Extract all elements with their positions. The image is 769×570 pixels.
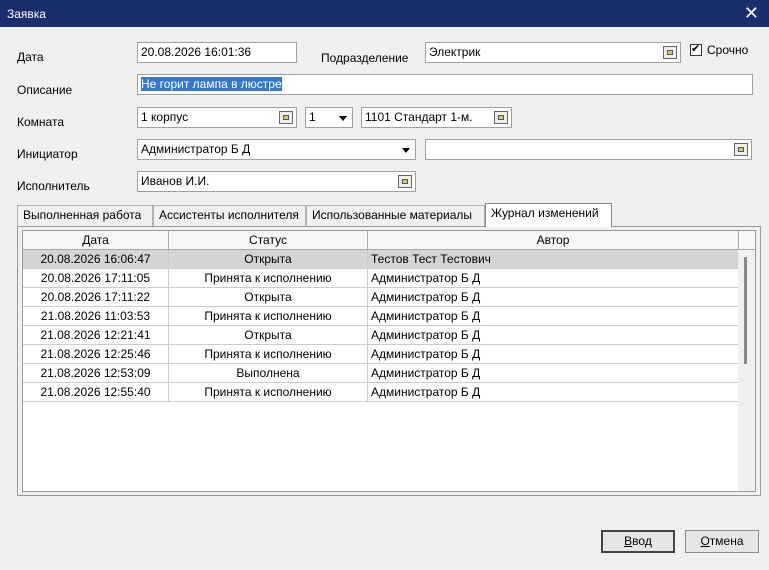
vertical-scrollbar[interactable] <box>738 250 755 491</box>
window-title: Заявка <box>7 7 46 21</box>
column-header-status[interactable]: Статус <box>169 231 368 250</box>
room-picker-icon[interactable] <box>494 111 508 124</box>
cell-date: 20.08.2026 17:11:22 <box>23 288 169 307</box>
table-row[interactable]: 21.08.2026 12:21:41 Открыта Администрато… <box>23 326 739 345</box>
cell-author: Администратор Б Д <box>368 383 739 402</box>
initiator-extra-field[interactable] <box>425 139 752 160</box>
room-building-value: 1 корпус <box>141 110 189 124</box>
column-header-filler <box>739 231 755 250</box>
department-field[interactable]: Электрик <box>425 42 681 63</box>
cell-author: Администратор Б Д <box>368 288 739 307</box>
building-picker-icon[interactable] <box>279 111 293 124</box>
cancel-button[interactable]: Отмена <box>685 530 759 553</box>
cancel-button-label: тмена <box>709 534 744 548</box>
cell-status: Выполнена <box>169 364 368 383</box>
executor-picker-icon[interactable] <box>398 175 412 188</box>
change-log-table[interactable]: Дата Статус Автор 20.08.2026 16:06:47 От… <box>22 230 756 492</box>
initiator-select[interactable]: Администратор Б Д <box>137 139 416 160</box>
room-floor-value: 1 <box>309 110 316 124</box>
cell-status: Открыта <box>169 326 368 345</box>
cell-author: Администратор Б Д <box>368 307 739 326</box>
close-icon[interactable]: ✕ <box>744 2 759 24</box>
cell-author: Администратор Б Д <box>368 269 739 288</box>
urgent-label: Срочно <box>707 43 749 57</box>
date-label: Дата <box>17 50 44 64</box>
table-row[interactable]: 20.08.2026 17:11:05 Принята к исполнению… <box>23 269 739 288</box>
tab-completed-work[interactable]: Выполненная работа <box>17 205 153 226</box>
room-label: Комната <box>17 115 64 129</box>
description-value: Не горит лампа в люстре <box>141 77 282 91</box>
chevron-down-icon[interactable] <box>334 109 351 126</box>
room-value: 1101 Стандарт 1-м. <box>365 110 473 124</box>
cell-date: 21.08.2026 12:21:41 <box>23 326 169 345</box>
tab-materials[interactable]: Использованные материалы <box>306 205 485 226</box>
room-building-field[interactable]: 1 корпус <box>137 107 297 128</box>
cell-author: Тестов Тест Тестович <box>368 250 739 269</box>
room-floor-select[interactable]: 1 <box>305 107 353 128</box>
cell-date: 20.08.2026 17:11:05 <box>23 269 169 288</box>
cell-date: 21.08.2026 11:03:53 <box>23 307 169 326</box>
table-row[interactable]: 20.08.2026 16:06:47 Открыта Тестов Тест … <box>23 250 739 269</box>
cell-status: Открыта <box>169 250 368 269</box>
cell-status: Принята к исполнению <box>169 307 368 326</box>
cell-date: 21.08.2026 12:55:40 <box>23 383 169 402</box>
executor-label: Исполнитель <box>17 179 90 193</box>
date-field[interactable]: 20.08.2026 16:01:36 <box>137 42 297 63</box>
ok-button-accel: В <box>624 534 633 548</box>
cell-status: Принята к исполнению <box>169 383 368 402</box>
initiator-picker-icon[interactable] <box>734 143 748 156</box>
table-row[interactable]: 21.08.2026 12:25:46 Принята к исполнению… <box>23 345 739 364</box>
cell-author: Администратор Б Д <box>368 345 739 364</box>
room-field[interactable]: 1101 Стандарт 1-м. <box>361 107 512 128</box>
column-header-date[interactable]: Дата <box>23 231 169 250</box>
cell-date: 21.08.2026 12:25:46 <box>23 345 169 364</box>
cell-status: Принята к исполнению <box>169 345 368 364</box>
table-row[interactable]: 20.08.2026 17:11:22 Открыта Администрато… <box>23 288 739 307</box>
scrollbar-thumb[interactable] <box>744 257 747 364</box>
cell-status: Принята к исполнению <box>169 269 368 288</box>
cell-author: Администратор Б Д <box>368 364 739 383</box>
description-field[interactable]: Не горит лампа в люстре <box>137 74 753 95</box>
initiator-value: Администратор Б Д <box>141 142 251 156</box>
ok-button[interactable]: Ввод <box>601 530 675 553</box>
column-header-author[interactable]: Автор <box>368 231 739 250</box>
cancel-button-accel: О <box>700 534 710 548</box>
cell-status: Открыта <box>169 288 368 307</box>
tab-change-log[interactable]: Журнал изменений <box>485 203 612 227</box>
department-picker-icon[interactable] <box>663 46 677 59</box>
department-label: Подразделение <box>321 51 409 65</box>
ok-button-label: вод <box>632 534 652 548</box>
cell-date: 21.08.2026 12:53:09 <box>23 364 169 383</box>
urgent-checkbox[interactable] <box>690 42 702 56</box>
cell-author: Администратор Б Д <box>368 326 739 345</box>
table-row[interactable]: 21.08.2026 12:55:40 Принята к исполнению… <box>23 383 739 402</box>
tab-assistants[interactable]: Ассистенты исполнителя <box>153 205 306 226</box>
initiator-label: Инициатор <box>17 147 78 161</box>
executor-field[interactable]: Иванов И.И. <box>137 171 416 192</box>
chevron-down-icon[interactable] <box>397 141 414 158</box>
executor-value: Иванов И.И. <box>141 174 210 188</box>
description-label: Описание <box>17 83 73 97</box>
department-value: Электрик <box>429 45 481 59</box>
title-bar: Заявка ✕ <box>0 0 769 27</box>
table-row[interactable]: 21.08.2026 12:53:09 Выполнена Администра… <box>23 364 739 383</box>
cell-date: 20.08.2026 16:06:47 <box>23 250 169 269</box>
table-row[interactable]: 21.08.2026 11:03:53 Принята к исполнению… <box>23 307 739 326</box>
